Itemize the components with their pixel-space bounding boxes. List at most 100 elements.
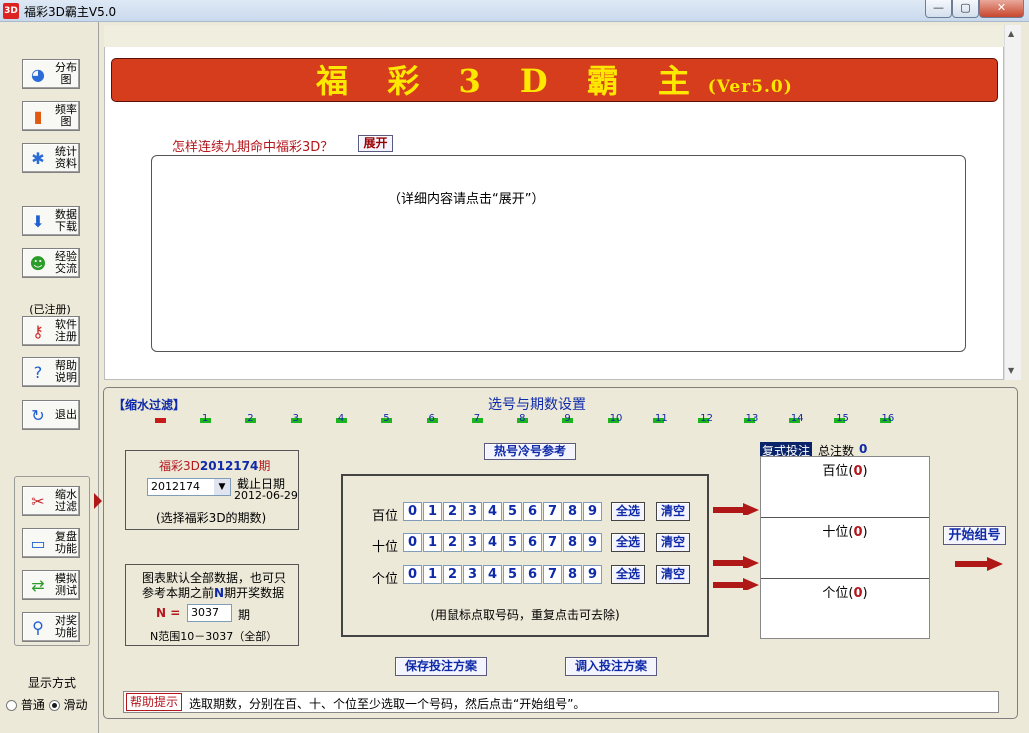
digit-cell[interactable]: 4	[483, 502, 502, 521]
mode-scroll-label: 滑动	[63, 698, 88, 712]
digit-cell[interactable]: 7	[543, 502, 562, 521]
select-all-button[interactable]: 全选	[611, 533, 645, 552]
maximize-button[interactable]: ▢	[952, 0, 979, 18]
hot-cold-button[interactable]: 热号冷号参考	[484, 443, 576, 460]
sidebar-button-0[interactable]: ◕ 分布图	[22, 59, 80, 89]
article-content: （详细内容请点击“展开”）	[388, 192, 545, 207]
digit-cell[interactable]: 7	[543, 565, 562, 584]
scroll-up-icon[interactable]: ▲	[1008, 29, 1014, 38]
clear-button[interactable]: 清空	[656, 502, 690, 521]
digit-cell[interactable]: 4	[483, 533, 502, 552]
clear-button[interactable]: 清空	[656, 533, 690, 552]
digit-cell[interactable]: 9	[583, 533, 602, 552]
label-line2: 资料	[55, 157, 77, 170]
sidebar-button-0[interactable]: ✂ 缩水 过滤	[22, 486, 80, 516]
digit-cell[interactable]: 5	[503, 565, 522, 584]
help-icon: ?	[33, 362, 43, 382]
label-line2: 交流	[55, 262, 77, 275]
digit-cell[interactable]: 5	[503, 533, 522, 552]
users-icon: ☻	[29, 253, 47, 273]
mode-scroll-radio[interactable]	[48, 700, 60, 711]
ruler-label: 14	[790, 413, 804, 424]
sidebar-button-1[interactable]: ▭ 复盘 功能	[22, 528, 80, 558]
digit-cell[interactable]: 5	[503, 502, 522, 521]
digit-cell[interactable]: 8	[563, 533, 582, 552]
ruler-label: 5	[383, 413, 390, 424]
scroll-down-icon[interactable]: ▼	[1008, 366, 1014, 375]
digit-cell[interactable]: 0	[403, 565, 422, 584]
sidebar-button-6[interactable]: ? 帮助 说明	[22, 357, 80, 387]
result-hundreds-count: 0	[853, 464, 863, 479]
chevron-down-icon[interactable]: ▼	[214, 479, 230, 495]
settings-title: 选号与期数设置	[488, 397, 586, 413]
digit-cell[interactable]: 3	[463, 565, 482, 584]
digit-cell[interactable]: 6	[523, 565, 542, 584]
digit-cell[interactable]: 1	[423, 533, 442, 552]
article-content-box: （详细内容请点击“展开”）	[151, 155, 966, 352]
expand-button[interactable]: 展开	[358, 135, 393, 152]
period-hint: (选择福彩3D的期数)	[156, 511, 267, 525]
label-line2: 说明	[55, 371, 77, 384]
label-line2: 功能	[55, 542, 77, 555]
digit-cell[interactable]: 3	[463, 502, 482, 521]
ruler-current-marker	[155, 418, 166, 423]
digit-cell[interactable]: 2	[443, 533, 462, 552]
sidebar-button-1[interactable]: ▮ 频率图	[22, 101, 80, 131]
sidebar-button-2[interactable]: ✱ 统计 资料	[22, 143, 80, 173]
n-label: N =	[156, 606, 181, 620]
arrow-right-icon	[713, 503, 759, 515]
sidebar-button-label: 软件 注册	[53, 319, 79, 343]
save-plan-button[interactable]: 保存投注方案	[395, 657, 487, 676]
pie-chart-icon: ◕	[31, 64, 45, 84]
sidebar-button-3[interactable]: ⚲ 对奖 功能	[22, 612, 80, 642]
sidebar-button-2[interactable]: ⇄ 模拟 测试	[22, 570, 80, 600]
digit-cell[interactable]: 0	[403, 533, 422, 552]
digit-cell[interactable]: 3	[463, 533, 482, 552]
n-input[interactable]: 3037	[187, 604, 232, 622]
digit-cell[interactable]: 1	[423, 565, 442, 584]
load-plan-button[interactable]: 调入投注方案	[565, 657, 657, 676]
select-all-button[interactable]: 全选	[611, 502, 645, 521]
digit-cell[interactable]: 1	[423, 502, 442, 521]
article-scrollbar[interactable]: ▲ ▼	[1004, 25, 1021, 380]
ruler-label: 3	[292, 413, 299, 424]
digit-cell[interactable]: 0	[403, 502, 422, 521]
default-note-n: N	[214, 586, 225, 600]
select-all-button[interactable]: 全选	[611, 565, 645, 584]
digit-cell[interactable]: 7	[543, 533, 562, 552]
clear-button[interactable]: 清空	[656, 565, 690, 584]
sidebar-button-label: 统计 资料	[53, 146, 79, 170]
digit-cell[interactable]: 2	[443, 565, 462, 584]
start-group-button[interactable]: 开始组号	[943, 526, 1006, 545]
digit-cell[interactable]: 8	[563, 565, 582, 584]
mode-normal-radio[interactable]	[6, 700, 17, 711]
digit-cell[interactable]: 9	[583, 502, 602, 521]
sidebar-button-7[interactable]: ↻ 退出	[22, 400, 80, 430]
result-tens-close: )	[862, 525, 868, 540]
period-suffix: 期	[258, 459, 271, 473]
help-label: 帮助提示	[126, 693, 183, 711]
result-tens: 十位(0)	[761, 521, 929, 540]
sidebar-button-4[interactable]: ☻ 经验 交流	[22, 248, 80, 278]
sidebar-button-3[interactable]: ⬇ 数据 下载	[22, 206, 80, 236]
digit-cell[interactable]: 2	[443, 502, 462, 521]
total-value: 0	[859, 442, 868, 456]
sidebar-button-5[interactable]: ⚷ 软件 注册	[22, 316, 80, 346]
digit-cell[interactable]: 6	[523, 502, 542, 521]
ruler-label: 16	[881, 413, 895, 424]
digit-cell[interactable]: 6	[523, 533, 542, 552]
digit-cell[interactable]: 4	[483, 565, 502, 584]
deadline-date: 2012-06-29	[234, 489, 298, 502]
result-divider	[761, 578, 929, 579]
ruler-label: 4	[337, 413, 345, 424]
exit-icon: ↻	[31, 405, 45, 425]
result-units-close: )	[862, 586, 868, 601]
period-select[interactable]: 2012174 ▼	[147, 478, 231, 496]
ruler-label: 10	[609, 413, 623, 424]
minimize-button[interactable]: —	[925, 0, 952, 18]
digit-cell[interactable]: 9	[583, 565, 602, 584]
digit-cell[interactable]: 8	[563, 502, 582, 521]
close-button[interactable]: ✕	[979, 0, 1024, 18]
label-line2: 下载	[55, 220, 77, 233]
label-line1: 退出	[55, 408, 77, 421]
